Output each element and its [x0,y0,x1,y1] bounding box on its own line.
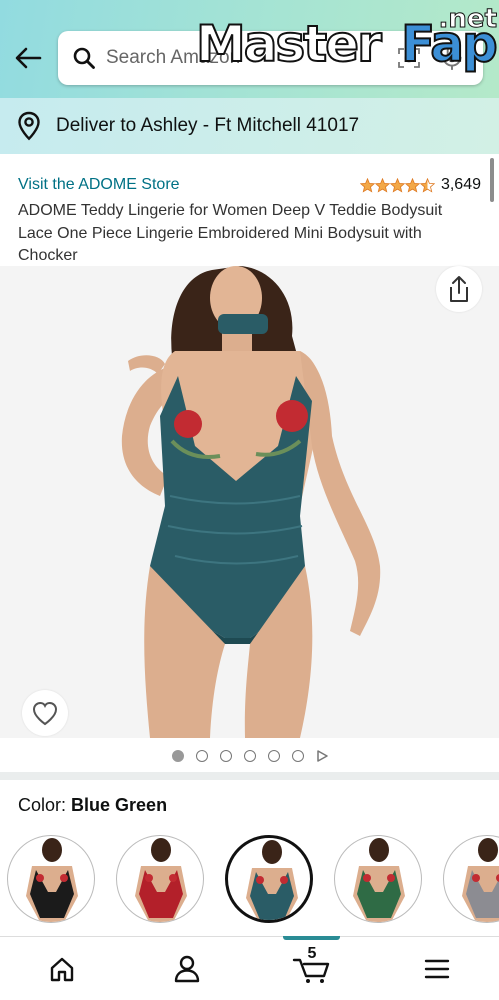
color-swatch[interactable] [225,835,313,923]
star-icon [389,177,405,193]
product-title: ADOME Teddy Lingerie for Women Deep V Te… [18,202,443,264]
video-play-icon[interactable] [316,750,328,762]
nav-home[interactable] [12,937,112,1000]
carousel-dot[interactable] [195,750,208,762]
star-icon [419,177,435,193]
product-image[interactable] [0,266,499,738]
store-row: Visit the ADOME Store 3,649 [18,176,483,198]
color-swatch[interactable] [443,835,499,923]
carousel-dot[interactable] [267,750,280,762]
watermark-suffix: .net [438,4,497,35]
cart-active-indicator [283,936,340,940]
carousel-dot[interactable] [291,750,304,762]
hamburger-menu-icon [424,959,450,979]
carousel-dot[interactable] [219,750,232,762]
star-icon [374,177,390,193]
app-header: Master Fap .net [0,0,499,98]
home-icon [50,957,74,982]
color-swatch[interactable] [116,835,204,923]
star-rating [359,177,435,193]
color-label: Color: Blue Green [18,795,167,816]
cart-count: 5 [307,945,317,962]
wishlist-button[interactable] [22,690,68,736]
section-divider [0,772,499,780]
share-icon [450,276,468,302]
image-carousel-indicator [0,746,499,766]
microphone-icon[interactable] [439,44,465,72]
swatch-thumbnail [353,838,405,922]
back-button[interactable] [10,38,46,78]
color-swatch[interactable] [334,835,422,923]
carousel-dot[interactable] [243,750,256,762]
store-link[interactable]: Visit the ADOME Store [18,176,180,193]
star-icon [359,177,375,193]
nav-account[interactable] [137,937,237,1000]
heart-icon [32,701,58,726]
scrollbar[interactable] [490,158,494,202]
nav-menu[interactable] [387,937,487,1000]
star-icon [404,177,420,193]
location-pin-icon [18,111,40,141]
delivery-address: Deliver to Ashley - Ft Mitchell 41017 [56,115,360,136]
rating[interactable]: 3,649 [359,176,481,194]
bottom-navigation: 5 [0,936,499,1000]
search-icon [70,44,98,72]
product-photo [121,266,381,738]
color-swatches [0,832,499,924]
selected-color: Blue Green [71,795,168,815]
swatch-thumbnail [26,838,78,922]
share-button[interactable] [436,266,482,312]
color-swatch[interactable] [7,835,95,923]
nav-cart[interactable]: 5 [262,937,362,1000]
user-icon [174,955,200,983]
search-bar[interactable] [58,31,483,85]
rating-count: 3,649 [440,176,481,193]
camera-scan-icon[interactable] [397,46,421,70]
carousel-dot[interactable] [171,750,184,762]
back-arrow-icon [15,47,42,69]
delivery-location-bar[interactable]: Deliver to Ashley - Ft Mitchell 41017 [0,98,499,154]
swatch-thumbnail [462,838,499,922]
swatch-thumbnail [246,840,298,920]
swatch-thumbnail [135,838,187,922]
search-input[interactable] [106,47,336,69]
color-label-prefix: Color: [18,795,67,815]
